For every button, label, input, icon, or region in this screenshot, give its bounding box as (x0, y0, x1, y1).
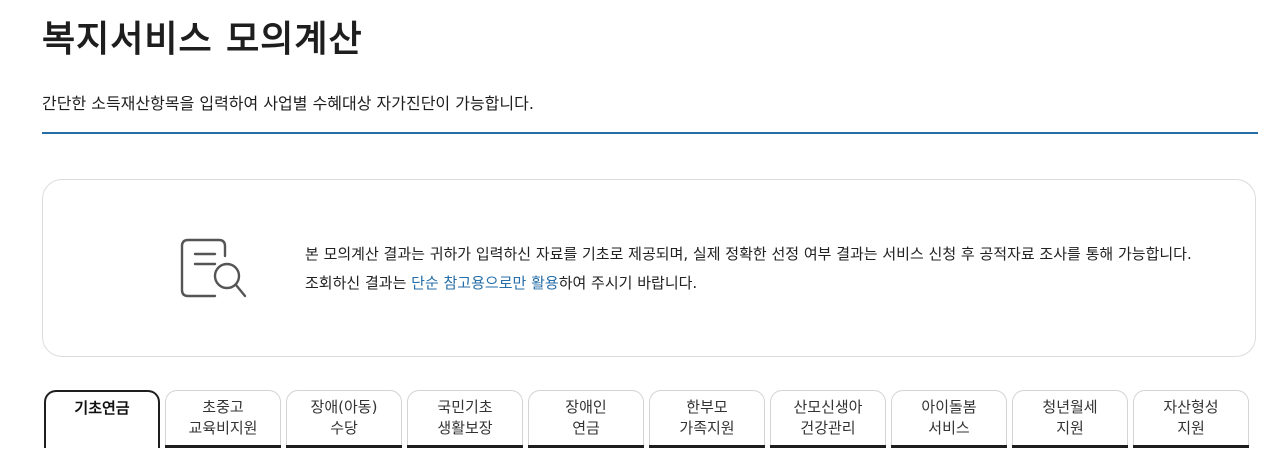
tab-disability-child-allowance[interactable]: 장애(아동) 수당 (286, 390, 402, 448)
tab-label: 수당 (330, 419, 358, 437)
notice-text: 본 모의계산 결과는 귀하가 입력하신 자료를 기초로 제공되며, 실제 정확한… (305, 240, 1205, 298)
page-title: 복지서비스 모의계산 (42, 19, 363, 60)
tab-label: 장애인 (565, 398, 607, 416)
tab-label: 기초연금 (74, 399, 130, 417)
service-tabs: 기초연금 초중고교육비지원 장애(아동) 수당 국민기초생활보장 장애인연금 한부… (44, 390, 1249, 450)
page-subtitle: 간단한 소득재산항목을 입력하여 사업별 수혜대상 자가진단이 가능합니다. (42, 94, 534, 113)
tab-label: 가족지원 (679, 419, 735, 437)
tab-label: 장애(아동) (310, 398, 378, 416)
tab-youth-rent-support[interactable]: 청년월세지원 (1012, 390, 1128, 448)
tab-label: 국민기초 (437, 398, 493, 416)
tab-label: 지원 (1177, 419, 1205, 437)
tab-label: 교육비지원 (188, 419, 258, 437)
tab-single-parent-support[interactable]: 한부모가족지원 (649, 390, 765, 448)
tab-label: 아이돌봄 (921, 398, 977, 416)
title-divider (42, 132, 1258, 134)
tab-basic-pension[interactable]: 기초연금 (44, 390, 160, 448)
tab-maternal-newborn-care[interactable]: 산모신생아건강관리 (770, 390, 886, 448)
tab-basic-livelihood[interactable]: 국민기초생활보장 (407, 390, 523, 448)
tab-label: 청년월세 (1042, 398, 1098, 416)
tab-asset-building-support[interactable]: 자산형성지원 (1133, 390, 1249, 448)
notice-box: 본 모의계산 결과는 귀하가 입력하신 자료를 기초로 제공되며, 실제 정확한… (42, 179, 1256, 357)
tab-label: 생활보장 (437, 419, 493, 437)
tab-label: 자산형성 (1163, 398, 1219, 416)
tab-label: 건강관리 (800, 419, 856, 437)
tab-label: 초중고 (202, 398, 244, 416)
tab-label: 한부모 (686, 398, 728, 416)
tab-label: 산모신생아 (793, 398, 863, 416)
page: 복지서비스 모의계산 간단한 소득재산항목을 입력하여 사업별 수혜대상 자가진… (0, 0, 1270, 463)
notice-highlight: 단순 참고용으로만 활용 (411, 274, 559, 292)
notice-text-after: 하여 주시기 바랍니다. (558, 274, 698, 292)
tab-disability-pension[interactable]: 장애인연금 (528, 390, 644, 448)
document-search-icon (179, 236, 251, 304)
tab-childcare-service[interactable]: 아이돌봄서비스 (891, 390, 1007, 448)
tab-school-education-support[interactable]: 초중고교육비지원 (165, 390, 281, 448)
tab-label: 서비스 (928, 419, 970, 437)
tab-label: 지원 (1056, 419, 1084, 437)
tab-label: 연금 (572, 419, 600, 437)
